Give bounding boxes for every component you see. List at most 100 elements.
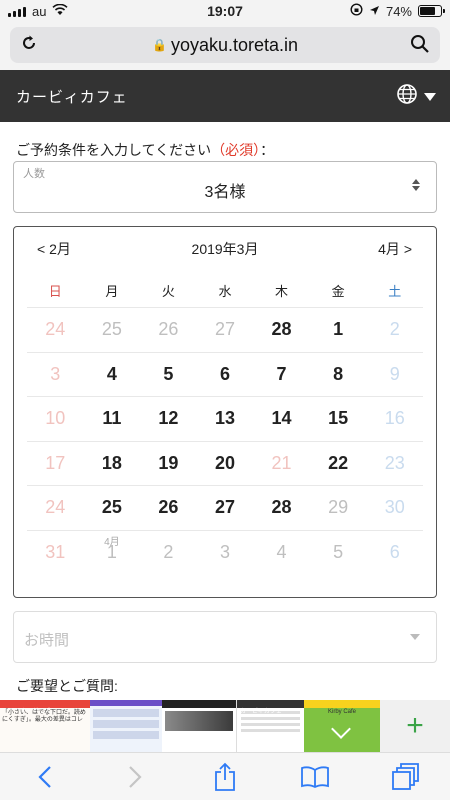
calendar-week-row: 10 11 12 13 14 15 16	[27, 396, 423, 441]
back-icon[interactable]	[25, 757, 65, 797]
calendar-day-number[interactable]: 13	[215, 408, 235, 429]
url-text-wrap[interactable]: 🔒 yoyaku.toreta.in	[10, 35, 440, 56]
weekday-label: 月	[105, 284, 119, 299]
time-select[interactable]: お時間	[13, 611, 437, 663]
calendar-nav: < 2月 2019年3月 4月 >	[14, 239, 436, 261]
calendar-day-unavailable: 21	[253, 442, 310, 486]
calendar-day-number[interactable]: 1	[333, 319, 343, 340]
forward-icon[interactable]	[115, 757, 155, 797]
site-header: カービィカフェ	[0, 70, 450, 122]
calendar-day-available[interactable]: 7	[253, 353, 310, 397]
weekday-label: 土	[388, 284, 402, 299]
language-switcher[interactable]	[396, 83, 436, 110]
calendar-day-unavailable: 16	[366, 397, 423, 441]
chevron-down-icon[interactable]	[410, 634, 420, 640]
calendar-day-unavailable: 9	[366, 353, 423, 397]
calendar-day-available[interactable]: 6	[197, 353, 254, 397]
calendar-day-available[interactable]: 25	[84, 486, 141, 530]
calendar-day-available[interactable]: 20	[197, 442, 254, 486]
url-text[interactable]: yoyaku.toreta.in	[171, 35, 298, 55]
calendar-day-number[interactable]: 25	[102, 497, 122, 518]
calendar-day-number[interactable]: 19	[158, 453, 178, 474]
share-icon[interactable]	[205, 757, 245, 797]
plus-icon[interactable]: +	[380, 700, 450, 752]
calendar-day-number: 5	[333, 541, 344, 562]
calendar-day-unavailable: 17	[27, 442, 84, 486]
calendar-day-unavailable: 3	[197, 531, 254, 575]
calendar-day-number: 10	[45, 408, 66, 429]
calendar-day-available[interactable]: 1	[310, 308, 367, 352]
calendar-day-number[interactable]: 4	[107, 364, 117, 385]
battery-fill	[420, 7, 435, 15]
calendar-day-available[interactable]: 28	[253, 308, 310, 352]
calendar-day-number[interactable]: 14	[272, 408, 292, 429]
status-bar: au 19:07 74%	[0, 0, 450, 22]
party-size-value[interactable]: 3名様	[14, 178, 436, 202]
calendar-day-available[interactable]: 14	[253, 397, 310, 441]
select-arrows-icon[interactable]	[412, 179, 420, 191]
calendar-day-number[interactable]: 12	[158, 408, 178, 429]
calendar-day-number[interactable]: 27	[215, 497, 235, 518]
calendar-day-number[interactable]: 6	[220, 364, 230, 385]
calendar-day-available[interactable]: 26	[140, 486, 197, 530]
tab-thumbnail[interactable]	[162, 700, 236, 752]
calendar-day-available[interactable]: 12	[140, 397, 197, 441]
calendar-month-title: 2019年3月	[191, 241, 259, 257]
calendar-day-available[interactable]: 27	[197, 486, 254, 530]
calendar-day-unavailable: 24	[27, 308, 84, 352]
lock-icon: 🔒	[151, 38, 167, 52]
calendar-day-number[interactable]: 8	[333, 364, 343, 385]
calendar-day-number[interactable]: 15	[328, 408, 348, 429]
tab-thumbnail[interactable]	[90, 700, 162, 752]
browser-address-area: 🔒 yoyaku.toreta.in	[0, 22, 450, 70]
time-placeholder[interactable]: お時間	[24, 629, 69, 650]
calendar-day-number[interactable]: 11	[102, 408, 121, 429]
calendar-day-available[interactable]: 5	[140, 353, 197, 397]
calendar-day-number[interactable]: 5	[163, 364, 173, 385]
globe-icon[interactable]	[396, 83, 418, 110]
calendar-day-available[interactable]: 28	[253, 486, 310, 530]
tab-thumbnail[interactable]: カービィカフェ	[236, 700, 304, 752]
calendar-day-unavailable: 3	[27, 353, 84, 397]
calendar-day-number[interactable]: 26	[158, 497, 178, 518]
calendar-day-available[interactable]: 8	[310, 353, 367, 397]
thumbnail-header: オーガニズム	[0, 700, 90, 715]
calendar-day-unavailable: 2	[140, 531, 197, 575]
date-calendar: < 2月 2019年3月 4月 > 日 月 火 水 木 金 土 24 25 26 27…	[13, 226, 437, 598]
calendar-day-available[interactable]: 11	[84, 397, 141, 441]
tab-thumbnail-strip: オーガニズム 「小さい、はでな下口だ。読めにくすぎ」。最大の差異はコレ カービィ…	[0, 700, 450, 752]
calendar-day-unavailable: 24	[27, 486, 84, 530]
search-icon[interactable]	[410, 34, 430, 59]
calendar-day-available[interactable]: 22	[310, 442, 367, 486]
calendar-day-number[interactable]: 28	[272, 319, 292, 340]
calendar-day-number[interactable]: 22	[328, 453, 348, 474]
calendar-grid: 24 25 26 27 28 1 2 3 4 5 6 7 8 9 10 11 12 13 14 15 16 17 18 19 2…	[27, 307, 423, 574]
calendar-day-number[interactable]: 7	[277, 364, 287, 385]
chevron-down-icon[interactable]	[424, 92, 436, 101]
tab-thumbnail[interactable]: Kirby Cafe	[304, 700, 380, 752]
orientation-lock-icon	[350, 3, 363, 19]
next-month-button[interactable]: 4月 >	[378, 239, 412, 259]
calendar-day-number: 26	[158, 319, 179, 340]
battery-percent: 74%	[385, 3, 412, 19]
thumbnail-text: 「小さい、はでな下口だ。読めにくすぎ」。最大の差異はコレ	[2, 710, 86, 723]
bookmarks-icon[interactable]	[295, 757, 335, 797]
calendar-day-available[interactable]: 19	[140, 442, 197, 486]
calendar-day-number[interactable]: 20	[215, 453, 235, 474]
calendar-day-number[interactable]: 18	[102, 453, 122, 474]
calendar-day-number[interactable]: 28	[272, 497, 292, 518]
party-size-select[interactable]: 人数 3名様	[13, 161, 437, 213]
site-title[interactable]: カービィカフェ	[16, 86, 128, 107]
tab-thumbnail[interactable]: オーガニズム 「小さい、はでな下口だ。読めにくすぎ」。最大の差異はコレ	[0, 700, 90, 752]
calendar-day-available[interactable]: 13	[197, 397, 254, 441]
calendar-day-available[interactable]: 15	[310, 397, 367, 441]
calendar-day-unavailable: 4	[253, 531, 310, 575]
requests-label: ご要望とご質問:	[16, 678, 118, 694]
address-bar[interactable]: 🔒 yoyaku.toreta.in	[10, 27, 440, 63]
calendar-day-available[interactable]: 4	[84, 353, 141, 397]
calendar-day-available[interactable]: 18	[84, 442, 141, 486]
calendar-day-unavailable: 31	[27, 531, 84, 575]
tabs-icon[interactable]	[385, 757, 425, 797]
calendar-week-row: 17 18 19 20 21 22 23	[27, 440, 423, 486]
calendar-day-unavailable: 30	[366, 486, 423, 530]
